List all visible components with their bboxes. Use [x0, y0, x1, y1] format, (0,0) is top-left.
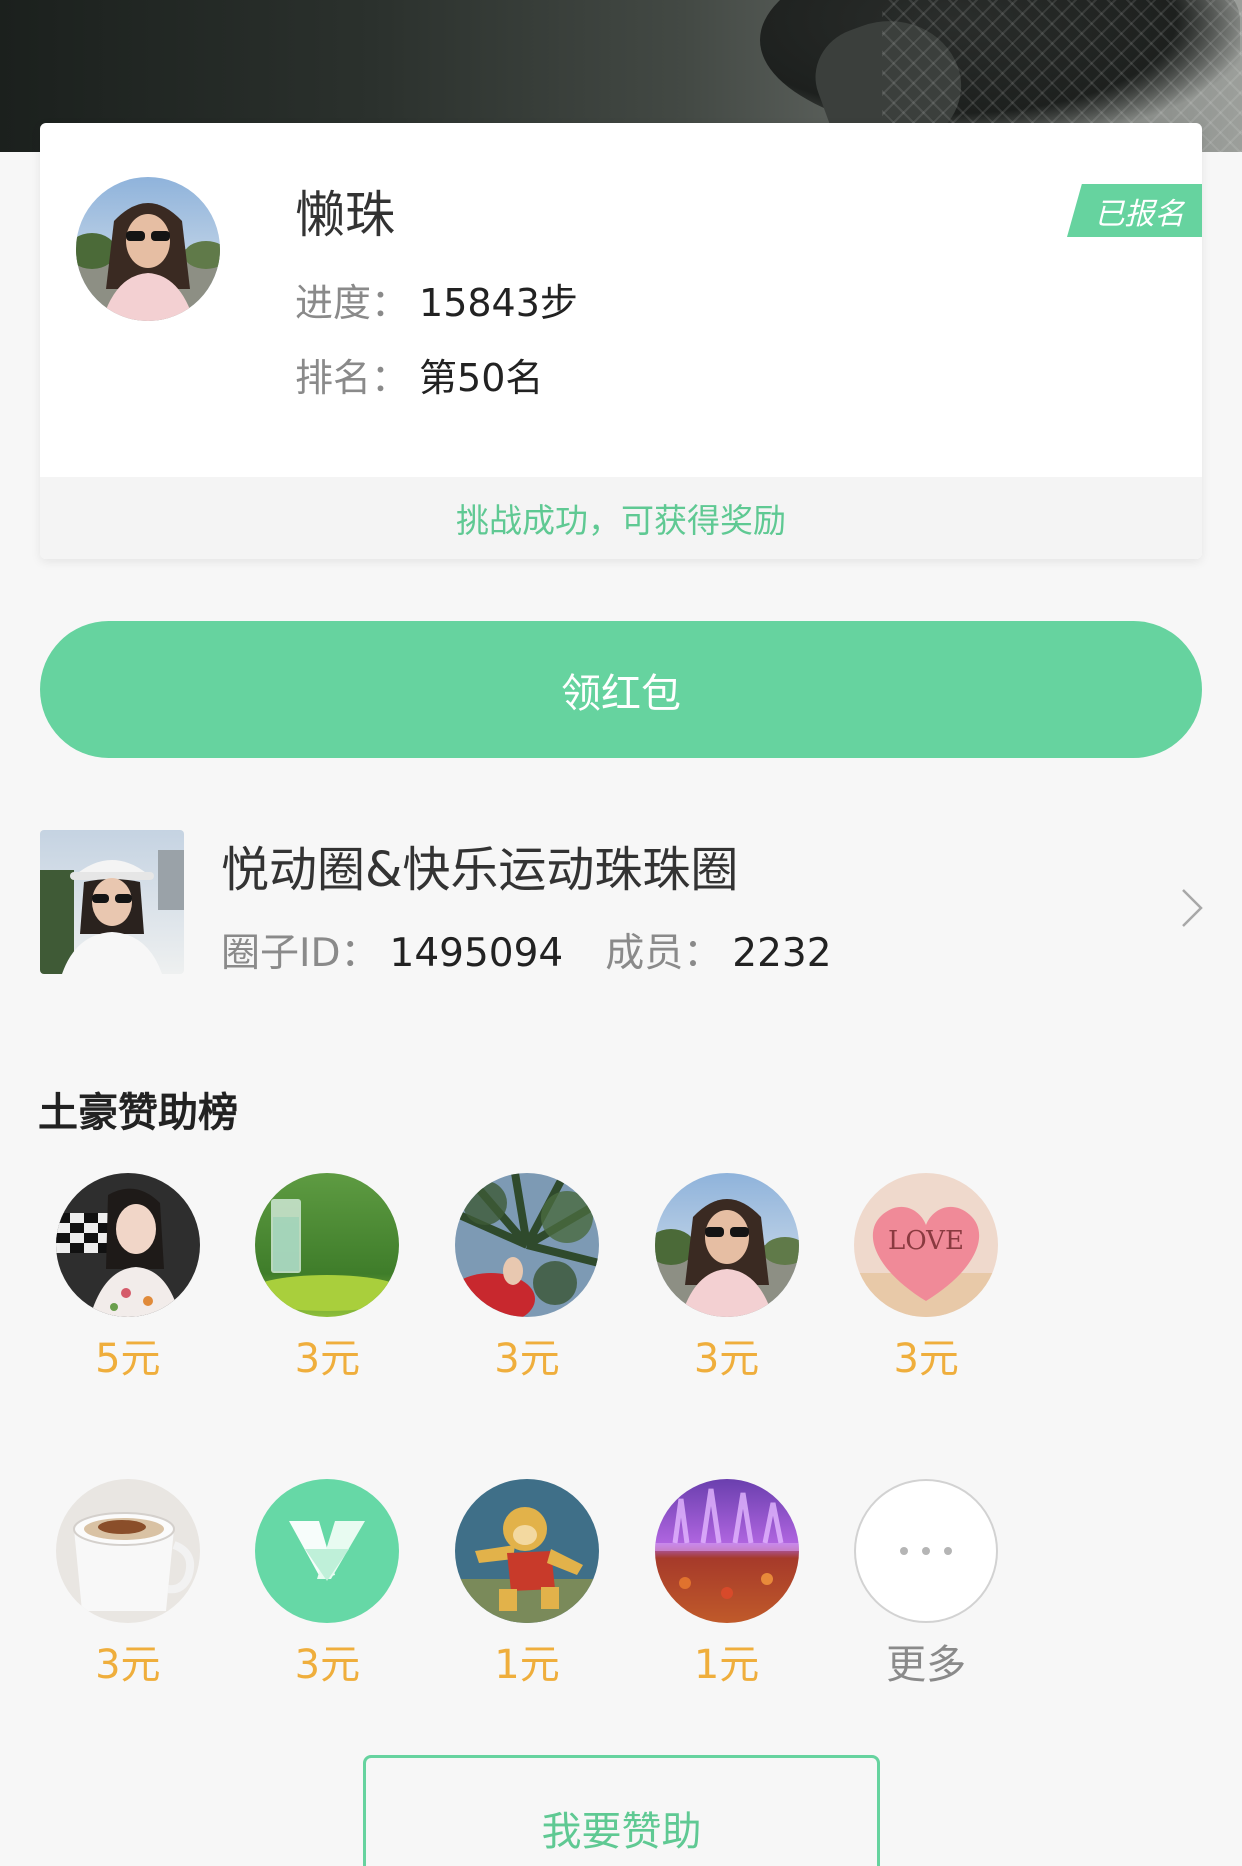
sponsor-item[interactable]: 1元 — [627, 1479, 827, 1785]
rank-row: 排名： 第50名 — [295, 355, 543, 401]
sponsor-item[interactable]: 3元 — [427, 1173, 627, 1479]
circle-id-value: 1495094 — [389, 931, 564, 976]
sponsor-amount: 3元 — [893, 1336, 959, 1382]
profile-card: 懒珠 进度： 15843步 排名： 第50名 已报名 挑战成功，可获得奖励 — [40, 123, 1202, 559]
sponsor-item[interactable]: 3元 — [627, 1173, 827, 1479]
circle-info-row[interactable]: 悦动圈&快乐运动珠珠圈 圈子ID： 1495094 成员： 2232 — [0, 830, 1242, 976]
sponsor-amount: 3元 — [294, 1642, 361, 1688]
more-sponsors-item[interactable]: 更多 — [826, 1479, 1026, 1785]
more-dots-icon[interactable] — [854, 1479, 999, 1623]
sponsor-grid: 5元 3元 3元 3元 LOVE 3元 3元 3元 1元 1元 更多 — [28, 1173, 1026, 1785]
registered-badge: 已报名 — [1067, 184, 1202, 237]
sponsor-board-title: 土豪赞助榜 — [38, 1090, 238, 1136]
sponsor-button-label: 我要赞助 — [541, 1809, 702, 1855]
chevron-right-icon[interactable] — [1180, 887, 1204, 929]
progress-label: 进度： — [295, 281, 410, 325]
sponsor-amount: 3元 — [95, 1642, 161, 1688]
profile-name: 懒珠 — [295, 186, 395, 244]
members-label: 成员： — [605, 931, 723, 976]
sponsor-item[interactable]: 3元 — [228, 1173, 428, 1479]
page: 懒珠 进度： 15843步 排名： 第50名 已报名 挑战成功，可获得奖励 领红包 — [0, 0, 1242, 1866]
sponsor-avatar[interactable]: LOVE — [854, 1173, 999, 1317]
sponsor-amount: 3元 — [294, 1336, 361, 1382]
circle-meta: 圈子ID： 1495094 成员： 2232 — [221, 930, 832, 978]
sponsor-avatar[interactable] — [255, 1479, 400, 1623]
sponsor-avatar[interactable] — [654, 1479, 799, 1623]
circle-thumbnail — [40, 830, 184, 974]
sponsor-amount: 1元 — [693, 1642, 760, 1688]
sponsor-amount: 3元 — [693, 1336, 760, 1382]
sponsor-amount: 3元 — [494, 1336, 560, 1382]
claim-red-packet-button[interactable]: 领红包 — [40, 621, 1202, 758]
sponsor-avatar[interactable] — [454, 1173, 599, 1317]
sponsor-amount: 1元 — [494, 1642, 560, 1688]
sponsor-avatar[interactable] — [255, 1173, 400, 1317]
sponsor-item[interactable]: 3元 — [228, 1479, 428, 1785]
rank-value: 第50名 — [419, 356, 544, 400]
progress-value: 15843步 — [419, 281, 578, 325]
sponsor-amount: 5元 — [95, 1336, 161, 1382]
sponsor-avatar[interactable] — [454, 1479, 599, 1623]
sponsor-item[interactable]: 1元 — [427, 1479, 627, 1785]
avatar-heart-text: LOVE — [888, 1226, 964, 1256]
sponsor-avatar[interactable] — [55, 1479, 200, 1623]
progress-row: 进度： 15843步 — [295, 280, 578, 326]
sponsor-avatar[interactable] — [654, 1173, 799, 1317]
sponsor-button[interactable]: 我要赞助 — [363, 1755, 880, 1866]
sponsor-avatar[interactable] — [55, 1173, 200, 1317]
sponsor-item[interactable]: 5元 — [28, 1173, 228, 1479]
more-sponsors-label: 更多 — [886, 1642, 967, 1688]
rank-label: 排名： — [295, 356, 410, 400]
challenge-status: 挑战成功，可获得奖励 — [40, 477, 1202, 559]
sponsor-item[interactable]: 3元 — [28, 1479, 228, 1785]
profile-avatar[interactable] — [76, 177, 220, 321]
sponsor-item[interactable]: LOVE 3元 — [826, 1173, 1026, 1479]
circle-id-label: 圈子ID： — [221, 931, 380, 976]
members-value: 2232 — [732, 931, 832, 976]
circle-name: 悦动圈&快乐运动珠珠圈 — [221, 842, 739, 898]
